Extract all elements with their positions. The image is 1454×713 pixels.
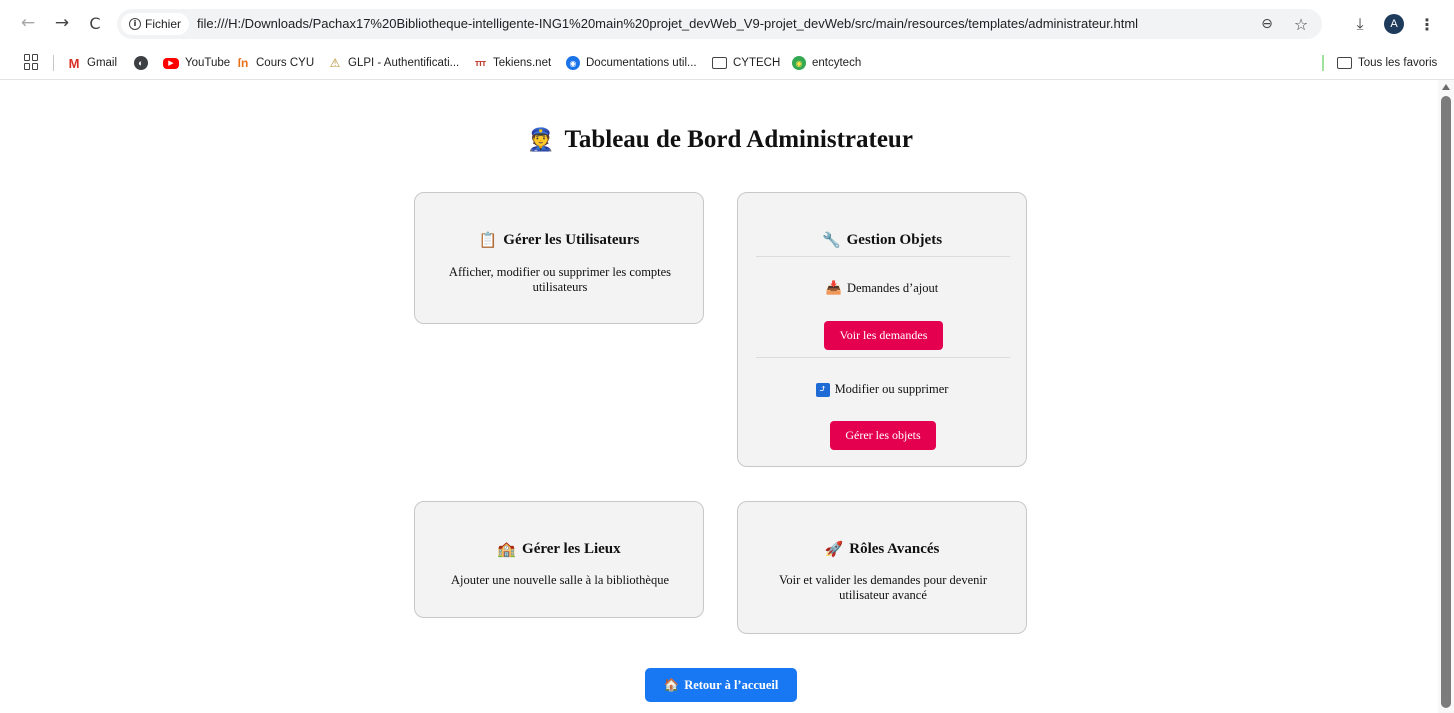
bookmark-label: YouTube [185, 57, 231, 69]
back-home-button[interactable]: 🏠 Retour à l’accueil [645, 668, 797, 702]
bookmark-cytech[interactable]: CYTECH [712, 53, 780, 73]
scrollbar-thumb[interactable] [1441, 96, 1451, 708]
view-requests-button[interactable]: Voir les demandes [824, 321, 943, 350]
globe-icon: ◐ [134, 56, 148, 70]
rocket-icon: 🚀 [824, 540, 844, 558]
card-description: Voir et valider les demandes pour deveni… [778, 573, 988, 602]
bookmark-entcytech[interactable]: ◉ entcytech [792, 53, 861, 73]
card-description: Ajouter une nouvelle salle à la biblioth… [451, 573, 669, 587]
back-home-label: Retour à l’accueil [684, 677, 779, 692]
bookmark-tekiens[interactable]: ттт Tekiens.net [473, 53, 551, 73]
divider [756, 357, 1010, 358]
bookmark-cours-cyu[interactable]: ſn Cours CYU [236, 53, 315, 73]
bookmark-documentations[interactable]: ◉ Documentations util... [566, 53, 697, 73]
back-icon[interactable]: ← [17, 12, 39, 34]
manage-objects-button[interactable]: Gérer les objets [830, 421, 936, 450]
documentation-icon: ◉ [566, 56, 580, 70]
menu-icon[interactable]: ⋮ [1416, 13, 1438, 35]
card-manage-places[interactable]: 🏫 Gérer les Lieux Ajouter une nouvelle s… [414, 501, 704, 618]
bookmarks-separator [53, 55, 54, 71]
card-manage-objects: 🔧 Gestion Objets 📥 Demandes d’ajout Voir… [737, 192, 1027, 467]
inbox-tray-icon: 📥 [825, 281, 842, 296]
page-title-text: Tableau de Bord Administrateur [564, 126, 913, 153]
bookmark-label: Cours CYU [256, 57, 315, 69]
house-icon: 🏠 [663, 677, 680, 692]
download-icon[interactable]: ⤓ [1349, 13, 1371, 35]
browser-toolbar: ← → C i Fichier file:///H:/Downloads/Pac… [0, 0, 1454, 47]
card-title-text: Gérer les Lieux [522, 540, 621, 557]
youtube-icon: ▶ [163, 57, 179, 69]
divider [756, 256, 1010, 257]
info-icon: i [129, 18, 141, 30]
bookmark-label: Documentations util... [586, 57, 697, 69]
bookmark-glpi[interactable]: ⚠ GLPI - Authentificati... [328, 53, 460, 73]
page-title: 👮 Tableau de Bord Administrateur [0, 126, 1440, 154]
folder-icon [712, 57, 727, 69]
entcytech-icon: ◉ [792, 56, 806, 70]
card-description: Afficher, modifier ou supprimer les comp… [448, 265, 672, 294]
bookmark-globe[interactable]: ◐ [134, 53, 148, 73]
wrench-icon: 🔧 [821, 231, 841, 249]
police-officer-icon: 👮 [527, 127, 555, 153]
card-title-text: Gestion Objets [846, 231, 943, 248]
tekiens-icon: ттт [474, 58, 486, 68]
bookmarks-bar: M Gmail ◐ ▶ YouTube ſn Cours CYU ⚠ GLPI … [0, 47, 1454, 80]
site-info-chip[interactable]: i Fichier [121, 13, 190, 35]
card-title-text: Rôles Avancés [849, 540, 940, 557]
scroll-up-arrow-icon[interactable] [1442, 84, 1450, 90]
site-info-label: Fichier [145, 17, 182, 31]
bookmark-label: Tous les favoris [1358, 57, 1438, 69]
gmail-icon: M [68, 55, 80, 71]
bookmark-label: Gmail [87, 57, 118, 69]
bookmark-youtube[interactable]: ▶ YouTube [163, 53, 230, 73]
card-advanced-roles[interactable]: 🚀 Rôles Avancés Voir et valider les dema… [737, 501, 1027, 634]
bookmark-label: Tekiens.net [493, 57, 552, 69]
reload-icon[interactable]: C [84, 12, 106, 34]
clipboard-icon: 📋 [478, 231, 498, 249]
card-title: 📋 Gérer les Utilisateurs [415, 231, 703, 249]
subsection-label: Demandes d’ajout [846, 281, 939, 295]
address-bar[interactable]: i Fichier file:///H:/Downloads/Pachax17%… [117, 9, 1322, 39]
card-title: 🏫 Gérer les Lieux [415, 540, 703, 558]
bookmark-star-icon[interactable]: ☆ [1291, 14, 1311, 34]
bookmark-label: CYTECH [733, 57, 781, 69]
zoom-icon[interactable]: ⊖ [1257, 14, 1277, 34]
school-icon: 🏫 [497, 540, 517, 558]
forward-icon[interactable]: → [51, 12, 73, 34]
card-title: 🔧 Gestion Objets [738, 231, 1026, 249]
bookmark-label: entcytech [812, 57, 862, 69]
glpi-icon: ⚠ [329, 56, 341, 70]
cyu-icon: ſn [237, 56, 249, 70]
subsection-requests: 📥 Demandes d’ajout [738, 281, 1026, 296]
folder-icon [1337, 57, 1352, 69]
bookmark-label: GLPI - Authentificati... [348, 57, 460, 69]
card-manage-users[interactable]: 📋 Gérer les Utilisateurs Afficher, modif… [414, 192, 704, 324]
return-arrow-icon: ⤴ [815, 382, 830, 397]
profile-avatar[interactable]: A [1384, 14, 1404, 34]
apps-grid-icon[interactable] [24, 54, 40, 70]
card-title-text: Gérer les Utilisateurs [503, 231, 640, 248]
url-text[interactable]: file:///H:/Downloads/Pachax17%20Biblioth… [197, 16, 1138, 31]
bookmark-all-favorites[interactable]: Tous les favoris [1337, 53, 1437, 73]
bookmark-gmail[interactable]: M Gmail [67, 53, 117, 73]
subsection-label: Modifier ou supprimer [834, 382, 949, 396]
card-title: 🚀 Rôles Avancés [738, 540, 1026, 558]
subsection-modify: ⤴ Modifier ou supprimer [738, 382, 1026, 397]
bookmarks-separator [1322, 55, 1324, 71]
